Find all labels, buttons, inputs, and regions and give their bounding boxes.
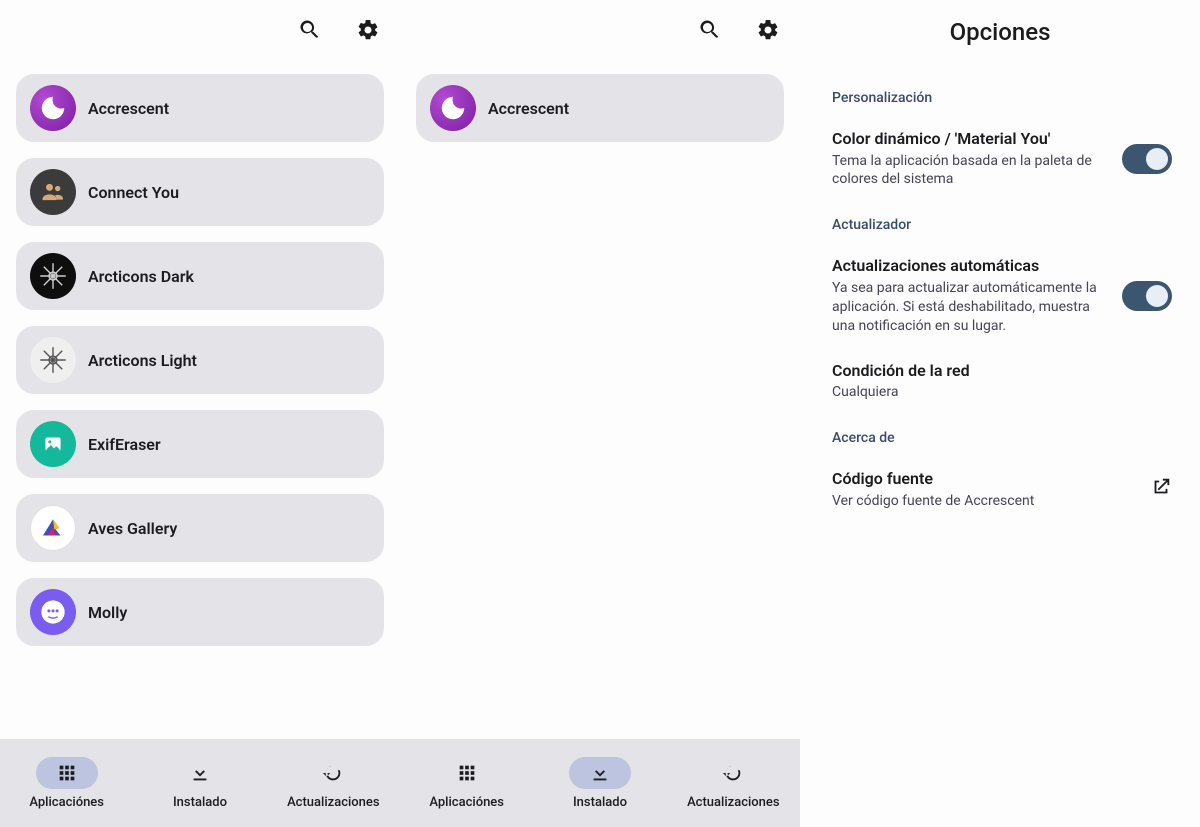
top-bar (400, 0, 800, 64)
top-bar (0, 0, 400, 64)
chat-icon (30, 589, 76, 635)
nav-label: Aplicaciónes (429, 795, 504, 810)
setting-subtitle: Tema la aplicación basada en la paleta d… (832, 152, 1110, 190)
snowflake-icon (30, 253, 76, 299)
setting-source-code[interactable]: Código fuente Ver código fuente de Accre… (832, 458, 1172, 524)
settings-body: Personalización Color dinámico / 'Materi… (800, 64, 1200, 525)
app-name: Connect You (88, 183, 179, 202)
app-list: Accrescent (400, 64, 800, 739)
section-header-personalization: Personalización (832, 90, 1172, 106)
nav-apps[interactable]: Aplicaciónes (400, 757, 533, 810)
app-row-connect-you[interactable]: Connect You (16, 158, 384, 226)
app-name: Molly (88, 603, 127, 622)
setting-text: Condición de la red Cualquiera (832, 360, 1172, 402)
bird-icon (30, 505, 76, 551)
open-external-icon (1150, 476, 1172, 502)
snowflake-icon (30, 337, 76, 383)
apps-grid-icon (36, 757, 98, 789)
nav-label: Actualizaciones (687, 795, 780, 810)
toggle-switch[interactable] (1122, 281, 1172, 311)
bottom-nav: Aplicaciónes Instalado Actualizaciones (0, 739, 400, 827)
download-icon (169, 757, 231, 789)
app-row-molly[interactable]: Molly (16, 578, 384, 646)
app-row-exiferaser[interactable]: ExifEraser (16, 410, 384, 478)
image-eraser-icon (30, 421, 76, 467)
app-name: ExifEraser (88, 435, 161, 454)
toggle-knob (1146, 148, 1168, 170)
app-row-accrescent[interactable]: Accrescent (416, 74, 784, 142)
nav-installed[interactable]: Instalado (133, 757, 266, 810)
search-icon (698, 18, 722, 46)
people-icon (30, 169, 76, 215)
toggle-switch[interactable] (1122, 144, 1172, 174)
settings-button[interactable] (748, 12, 788, 52)
download-icon (569, 757, 631, 789)
nav-updates[interactable]: Actualizaciones (267, 757, 400, 810)
nav-installed[interactable]: Instalado (533, 757, 666, 810)
setting-subtitle: Ver código fuente de Accrescent (832, 492, 1138, 511)
setting-text: Actualizaciones automáticas Ya sea para … (832, 255, 1122, 335)
app-name: Arcticons Dark (88, 267, 194, 286)
setting-subtitle: Cualquiera (832, 383, 1160, 402)
panel-installed: Accrescent Aplicaciónes Instalado Ac (400, 0, 800, 827)
moon-icon (430, 85, 476, 131)
search-button[interactable] (690, 12, 730, 52)
section-header-about: Acerca de (832, 430, 1172, 446)
nav-label: Aplicaciónes (29, 795, 104, 810)
nav-updates[interactable]: Actualizaciones (667, 757, 800, 810)
search-button[interactable] (290, 12, 330, 52)
gear-icon (756, 18, 780, 46)
search-icon (298, 18, 322, 46)
setting-title: Condición de la red (832, 360, 1160, 382)
app-list: Accrescent Connect You Arcticons Dark Ar… (0, 64, 400, 739)
update-icon (302, 757, 364, 789)
setting-network-condition[interactable]: Condición de la red Cualquiera (832, 350, 1172, 416)
apps-grid-icon (436, 757, 498, 789)
app-row-aves-gallery[interactable]: Aves Gallery (16, 494, 384, 562)
nav-label: Instalado (173, 795, 227, 810)
settings-button[interactable] (348, 12, 388, 52)
setting-title: Actualizaciones automáticas (832, 255, 1110, 277)
app-name: Accrescent (488, 99, 569, 118)
setting-title: Código fuente (832, 468, 1138, 490)
section-header-updater: Actualizador (832, 217, 1172, 233)
panel-settings: Opciones Personalización Color dinámico … (800, 0, 1200, 827)
page-title: Opciones (800, 0, 1200, 64)
panel-app-list: Accrescent Connect You Arcticons Dark Ar… (0, 0, 400, 827)
app-row-arcticons-light[interactable]: Arcticons Light (16, 326, 384, 394)
app-name: Arcticons Light (88, 351, 197, 370)
nav-label: Actualizaciones (287, 795, 380, 810)
setting-dynamic-color[interactable]: Color dinámico / 'Material You' Tema la … (832, 118, 1172, 203)
nav-label: Instalado (573, 795, 627, 810)
setting-subtitle: Ya sea para actualizar automáticamente l… (832, 279, 1110, 336)
app-row-arcticons-dark[interactable]: Arcticons Dark (16, 242, 384, 310)
toggle-knob (1146, 285, 1168, 307)
app-name: Aves Gallery (88, 519, 177, 538)
setting-title: Color dinámico / 'Material You' (832, 128, 1110, 150)
gear-icon (356, 18, 380, 46)
bottom-nav: Aplicaciónes Instalado Actualizaciones (400, 739, 800, 827)
app-name: Accrescent (88, 99, 169, 118)
update-icon (702, 757, 764, 789)
setting-auto-updates[interactable]: Actualizaciones automáticas Ya sea para … (832, 245, 1172, 349)
root: Accrescent Connect You Arcticons Dark Ar… (0, 0, 1200, 827)
app-row-accrescent[interactable]: Accrescent (16, 74, 384, 142)
moon-icon (30, 85, 76, 131)
setting-text: Código fuente Ver código fuente de Accre… (832, 468, 1150, 510)
nav-apps[interactable]: Aplicaciónes (0, 757, 133, 810)
setting-text: Color dinámico / 'Material You' Tema la … (832, 128, 1122, 189)
